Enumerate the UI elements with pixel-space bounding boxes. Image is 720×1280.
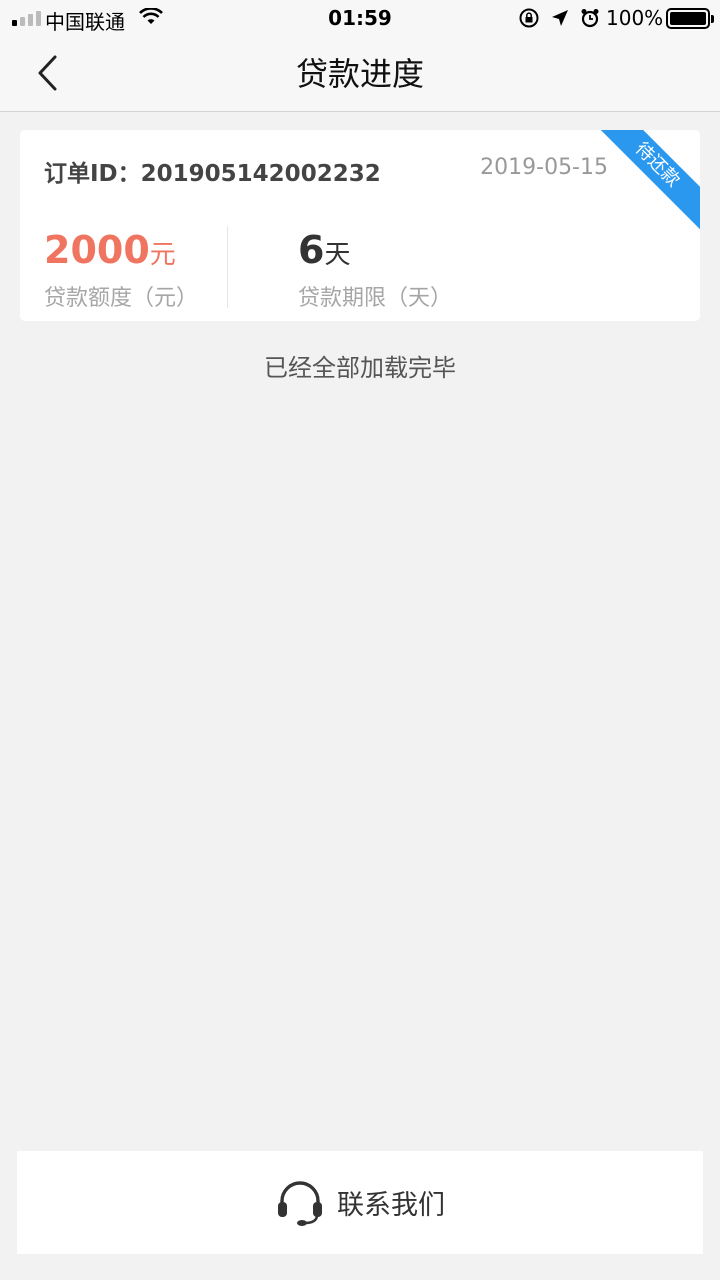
- rotation-lock-icon: [518, 7, 540, 34]
- contact-us-button[interactable]: 联系我们: [17, 1151, 703, 1254]
- location-icon: [550, 8, 570, 33]
- loan-amount-value: 2000: [44, 228, 150, 272]
- battery-percentage: 100%: [606, 6, 664, 30]
- loan-amount-unit: 元: [149, 240, 176, 270]
- back-button[interactable]: [24, 50, 70, 96]
- loan-amount: 2000元: [44, 228, 176, 272]
- headset-icon: [278, 1180, 322, 1226]
- order-id-value: 201905142002232: [140, 161, 381, 187]
- card-divider: [227, 226, 228, 308]
- loan-term-value: 6: [298, 228, 325, 272]
- chevron-left-icon: [38, 55, 57, 91]
- order-id-label: 订单ID：: [44, 161, 141, 187]
- battery-icon: [666, 8, 714, 29]
- loan-amount-label: 贷款额度（元）: [44, 286, 199, 311]
- status-bar: 中国联通 01:59 100%: [0, 0, 720, 36]
- alarm-icon: [580, 8, 600, 33]
- contact-us-label: 联系我们: [337, 1190, 445, 1221]
- loan-term-label: 贷款期限（天）: [298, 286, 453, 311]
- list-end-message: 已经全部加载完毕: [264, 354, 456, 382]
- status-ribbon: 待还款: [586, 130, 700, 236]
- loan-term: 6天: [298, 228, 350, 272]
- loan-term-unit: 天: [324, 240, 351, 270]
- order-date: 2019-05-15: [480, 155, 608, 180]
- navigation-bar: 贷款进度: [0, 36, 720, 112]
- order-id: 订单ID：201905142002232: [44, 154, 381, 188]
- loan-order-card[interactable]: 订单ID：201905142002232 2019-05-15 待还款 2000…: [20, 130, 700, 321]
- page-title: 贷款进度: [295, 55, 424, 93]
